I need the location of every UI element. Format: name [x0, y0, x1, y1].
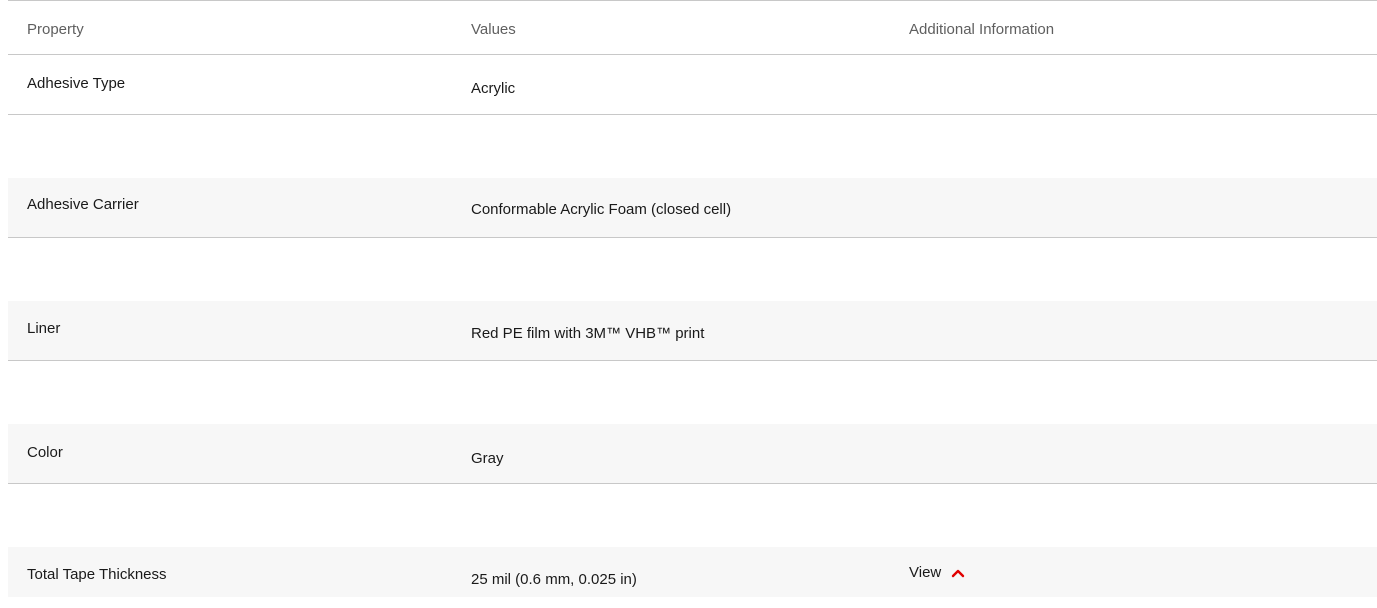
row-property: Adhesive Carrier — [27, 196, 139, 213]
header-additional-information: Additional Information — [909, 21, 1055, 38]
properties-table: Property Values Additional Information A… — [8, 0, 1377, 597]
view-additional-info-button[interactable]: View — [909, 564, 965, 581]
row-value: 25 mil (0.6 mm, 0.025 in) — [471, 571, 637, 588]
row-spacer — [8, 115, 1377, 178]
view-link-label: View — [909, 564, 942, 581]
row-property: Color — [27, 444, 63, 461]
row-property: Total Tape Thickness — [27, 566, 167, 583]
row-property: Liner — [27, 320, 61, 337]
header-values: Values — [471, 21, 516, 38]
row-property: Adhesive Type — [27, 75, 126, 92]
row-value: Gray — [471, 450, 504, 467]
table-row: Adhesive Carrier Conformable Acrylic Foa… — [8, 178, 1377, 238]
row-value: Acrylic — [471, 80, 516, 97]
row-value: Conformable Acrylic Foam (closed cell) — [471, 201, 732, 218]
table-row: Color Gray — [8, 424, 1377, 484]
table-row: Adhesive Type Acrylic — [8, 55, 1377, 115]
row-spacer — [8, 361, 1377, 424]
table-row: Total Tape Thickness 25 mil (0.6 mm, 0.0… — [8, 547, 1377, 597]
table-row: Liner Red PE film with 3M™ VHB™ print — [8, 301, 1377, 361]
header-property: Property — [27, 21, 84, 38]
row-spacer — [8, 484, 1377, 547]
chevron-up-icon — [952, 569, 965, 577]
table-header: Property Values Additional Information — [8, 0, 1377, 55]
row-spacer — [8, 238, 1377, 301]
row-value: Red PE film with 3M™ VHB™ print — [471, 325, 705, 342]
